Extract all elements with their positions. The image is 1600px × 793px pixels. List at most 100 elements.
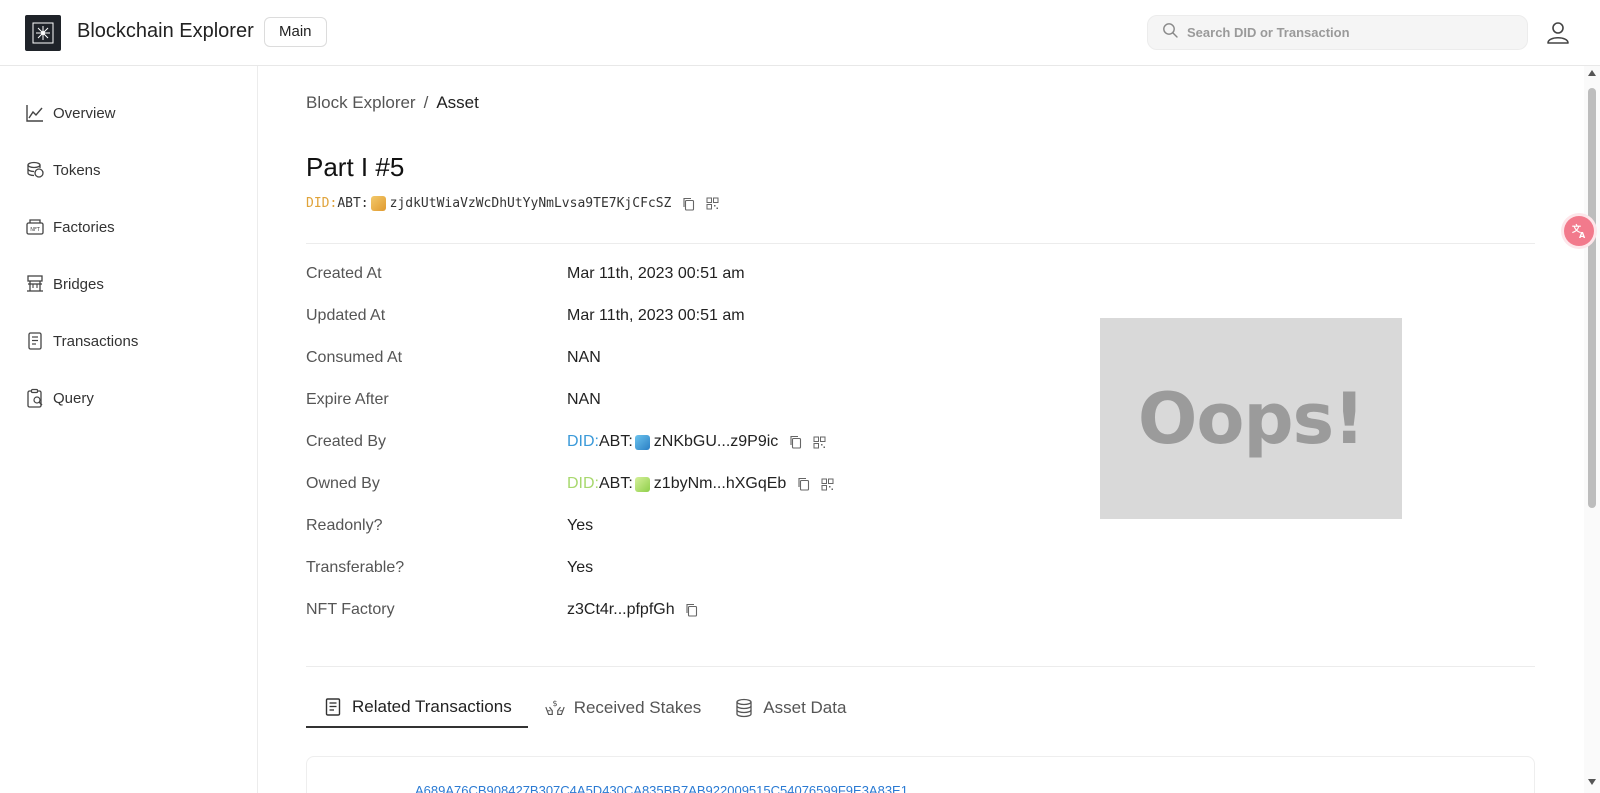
qrcode-icon[interactable] <box>812 435 826 449</box>
page-title: Part I #5 <box>306 152 405 182</box>
prop-label: Consumed At <box>306 349 403 366</box>
did-type: ABT: <box>337 196 369 211</box>
prop-value-factory: z3Ct4r...pfpfGh <box>567 601 699 619</box>
did-address: zjdkUtWiaVzWcDhUtYyNmLvsa9TE7KjCFcSZ <box>389 196 672 211</box>
sidebar-item-factories[interactable]: NFT Factories <box>25 215 115 239</box>
did-type: ABT: <box>599 433 633 450</box>
prop-label: Owned By <box>306 475 380 492</box>
prop-value: Mar 11th, 2023 00:51 am <box>567 265 745 282</box>
sidebar-item-label: Tokens <box>53 161 101 179</box>
prop-created-by: Created By DID: ABT: zNKbGU...z9P9ic <box>306 433 906 457</box>
copy-icon[interactable] <box>681 197 695 211</box>
prop-value: NAN <box>567 391 601 408</box>
scroll-up-arrow-icon[interactable] <box>1588 70 1596 76</box>
did-avatar-icon <box>370 196 386 211</box>
user-account-icon[interactable] <box>1545 20 1571 46</box>
sidebar-item-label: Factories <box>53 218 115 236</box>
sidebar-item-label: Query <box>53 389 94 407</box>
prop-label: Expire After <box>306 391 389 408</box>
app-logo[interactable] <box>25 15 61 51</box>
svg-text:NFT: NFT <box>30 227 41 233</box>
transaction-card: A689A76CB908427B307C4A5D430CA835BB7AB922… <box>306 756 1535 793</box>
tab-label: Received Stakes <box>573 698 702 717</box>
main-content: Block Explorer / Asset Part I #5 DID: ABT:… <box>258 66 1584 793</box>
coins-icon <box>25 160 45 180</box>
scroll-down-arrow-icon[interactable] <box>1588 779 1596 785</box>
chain-selector-button[interactable]: Main <box>264 17 327 47</box>
prop-value: NAN <box>567 349 601 366</box>
sidebar-item-query[interactable]: Query <box>25 386 94 410</box>
section-divider <box>306 666 1535 667</box>
sidebar-item-label: Overview <box>53 104 116 122</box>
prop-label: Updated At <box>306 307 386 324</box>
breadcrumb-root-link[interactable]: Block Explorer <box>306 93 416 112</box>
prop-label: Created By <box>306 433 387 450</box>
did-prefix: DID: <box>567 433 599 450</box>
translate-icon[interactable]: 文A <box>1564 216 1594 246</box>
sidebar-item-label: Transactions <box>53 332 139 350</box>
sidebar-item-tokens[interactable]: Tokens <box>25 158 101 182</box>
svg-text:A: A <box>1579 231 1586 240</box>
copy-icon[interactable] <box>796 477 810 491</box>
nft-factory-icon: NFT <box>25 217 45 237</box>
qrcode-icon[interactable] <box>820 477 834 491</box>
scroll-thumb[interactable] <box>1588 88 1596 508</box>
tab-label: Asset Data <box>763 698 847 717</box>
prop-consumed-at: Consumed At NAN <box>306 349 906 373</box>
prop-value: Mar 11th, 2023 00:51 am <box>567 307 745 324</box>
asset-did: DID: ABT: zjdkUtWiaVzWcDhUtYyNmLvsa9TE7K… <box>306 196 719 211</box>
prop-created-at: Created At Mar 11th, 2023 00:51 am <box>306 265 906 289</box>
tab-received-stakes[interactable]: $ Received Stakes <box>528 688 718 728</box>
did-prefix: DID: <box>567 475 599 492</box>
bridge-icon <box>25 274 45 294</box>
prop-label: Readonly? <box>306 517 383 534</box>
database-icon <box>733 697 755 719</box>
receipt-icon <box>322 696 344 718</box>
creator-did-link[interactable]: zNKbGU...z9P9ic <box>654 433 778 451</box>
tab-asset-data[interactable]: Asset Data <box>717 688 862 728</box>
qrcode-icon[interactable] <box>705 197 719 211</box>
sidebar-item-overview[interactable]: Overview <box>25 101 116 125</box>
copy-icon[interactable] <box>685 603 699 617</box>
prop-updated-at: Updated At Mar 11th, 2023 00:51 am <box>306 307 906 331</box>
prop-expire-after: Expire After NAN <box>306 391 906 415</box>
app-title[interactable]: Blockchain Explorer <box>77 20 254 43</box>
factory-address-link[interactable]: z3Ct4r...pfpfGh <box>567 601 675 619</box>
did-prefix: DID: <box>306 196 338 211</box>
header-divider <box>306 243 1535 244</box>
prop-nft-factory: NFT Factory z3Ct4r...pfpfGh <box>306 601 906 625</box>
receipt-icon <box>25 331 45 351</box>
breadcrumb-separator: / <box>423 93 429 112</box>
breadcrumb-current: Asset <box>436 93 479 112</box>
page-scrollbar[interactable] <box>1584 66 1600 793</box>
prop-value-did: DID: ABT: zNKbGU...z9P9ic <box>567 433 826 451</box>
prop-readonly: Readonly? Yes <box>306 517 906 541</box>
sidebar-item-transactions[interactable]: Transactions <box>25 329 138 353</box>
prop-label: Created At <box>306 265 382 282</box>
asset-tabs: Related Transactions $ Received Stakes A… <box>306 688 862 728</box>
prop-value: Yes <box>567 559 594 576</box>
did-avatar-icon <box>634 476 650 492</box>
sidebar: Overview Tokens NFT Factories Bridges Tr… <box>0 66 258 793</box>
transaction-hash-link[interactable]: A689A76CB908427B307C4A5D430CA835BB7AB922… <box>415 783 908 793</box>
search-icon <box>1162 22 1178 43</box>
prop-transferable: Transferable? Yes <box>306 559 906 583</box>
asset-image-placeholder: Oops! <box>1100 318 1402 519</box>
svg-text:$: $ <box>552 698 557 708</box>
search-box[interactable] <box>1147 15 1528 50</box>
prop-owned-by: Owned By DID: ABT: z1byNm...hXGqEb <box>306 475 906 499</box>
chart-line-icon <box>25 103 45 123</box>
tab-related-transactions[interactable]: Related Transactions <box>306 688 528 728</box>
did-type: ABT: <box>599 475 633 492</box>
owner-did-link[interactable]: z1byNm...hXGqEb <box>654 475 787 493</box>
copy-icon[interactable] <box>788 435 802 449</box>
search-input[interactable] <box>1187 25 1507 40</box>
prop-label: Transferable? <box>306 559 405 576</box>
tab-label: Related Transactions <box>352 697 512 716</box>
clipboard-query-icon <box>25 388 45 408</box>
sidebar-item-bridges[interactable]: Bridges <box>25 272 104 296</box>
did-avatar-icon <box>634 434 650 450</box>
prop-value-did: DID: ABT: z1byNm...hXGqEb <box>567 475 834 493</box>
hands-coin-icon: $ <box>544 697 566 719</box>
breadcrumb: Block Explorer / Asset <box>306 93 479 113</box>
